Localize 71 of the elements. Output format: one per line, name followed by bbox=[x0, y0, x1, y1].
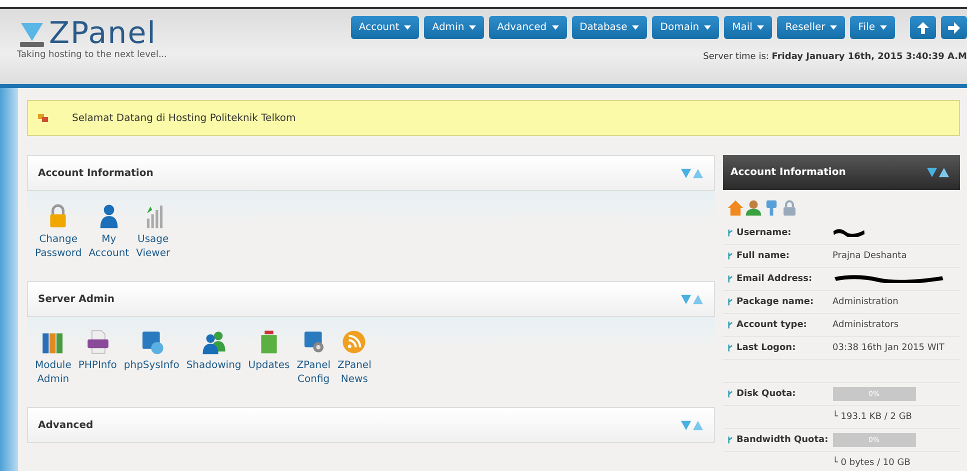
bullet-icon bbox=[728, 321, 733, 329]
house-icon bbox=[726, 198, 744, 218]
caret-icon bbox=[830, 25, 838, 30]
field-value: 03:38 16th Jan 2015 WIT bbox=[832, 343, 944, 353]
bullet-icon bbox=[728, 252, 733, 260]
bullet-icon bbox=[728, 229, 733, 237]
bullet-icon bbox=[728, 298, 733, 306]
bullet-icon bbox=[728, 436, 733, 444]
caret-icon bbox=[704, 25, 712, 30]
nav-menu-button[interactable]: Advanced bbox=[489, 16, 567, 39]
nav-menu-button[interactable]: Admin bbox=[424, 16, 484, 39]
redaction-scribble bbox=[832, 229, 865, 237]
caret-icon bbox=[552, 25, 559, 30]
nav-menu-button[interactable]: File bbox=[850, 16, 895, 39]
module-link[interactable]: My Account bbox=[88, 233, 130, 261]
field-value: Administrators bbox=[832, 320, 899, 330]
panel-title: Account Information bbox=[38, 168, 154, 178]
up-arrow-button[interactable] bbox=[910, 16, 936, 39]
collapse-toggle-icon[interactable] bbox=[680, 420, 704, 430]
field-value: Prajna Deshanta bbox=[832, 251, 907, 261]
panel-title: Server Admin bbox=[38, 294, 114, 304]
quota-usage: └ 0 bytes / 10 GB bbox=[832, 458, 910, 468]
module-link[interactable]: ZPanel News bbox=[338, 359, 372, 387]
bullet-icon bbox=[728, 344, 733, 352]
field-label: Disk Quota: bbox=[736, 389, 796, 399]
nav-menu-button[interactable]: Domain bbox=[652, 16, 720, 39]
people-icon bbox=[200, 329, 227, 355]
module-link[interactable]: phpSysInfo bbox=[124, 359, 180, 373]
collapse-toggle-icon[interactable] bbox=[680, 168, 704, 178]
nav-menu-button[interactable]: Database bbox=[572, 16, 648, 39]
module-link[interactable]: Usage Viewer bbox=[136, 233, 170, 261]
caret-icon bbox=[880, 25, 887, 30]
logo-text: ZPanel bbox=[49, 19, 156, 49]
panel-title: Account Information bbox=[730, 167, 846, 178]
padlock-icon bbox=[780, 198, 798, 218]
module-link[interactable]: Module Admin bbox=[35, 359, 72, 387]
collapse-toggle-icon[interactable] bbox=[680, 294, 704, 304]
nav-menu-button[interactable]: Mail bbox=[724, 16, 772, 39]
bullet-icon bbox=[728, 390, 733, 398]
caret-icon bbox=[757, 25, 764, 30]
panel-title: Advanced bbox=[38, 420, 94, 430]
field-label: Last Logon: bbox=[736, 343, 796, 353]
quota-usage: └ 193.1 KB / 2 GB bbox=[832, 412, 912, 422]
module-link[interactable]: Updates bbox=[248, 359, 290, 373]
caret-icon bbox=[469, 25, 476, 30]
right-arrow-icon bbox=[947, 20, 961, 34]
person-icon bbox=[744, 198, 762, 218]
php-file-icon bbox=[84, 329, 111, 355]
field-label: Username: bbox=[736, 228, 792, 238]
module-link[interactable]: Shadowing bbox=[186, 359, 242, 373]
collapse-toggle-icon[interactable] bbox=[926, 167, 950, 178]
field-label: Bandwidth Quota: bbox=[736, 435, 828, 445]
nav-menu-button[interactable]: Account bbox=[350, 16, 420, 39]
tagline: Taking hosting to the next level... bbox=[17, 50, 168, 60]
field-label: Full name: bbox=[736, 251, 790, 261]
rss-icon bbox=[341, 329, 368, 355]
field-label: Account type: bbox=[736, 320, 807, 330]
module-link[interactable]: PHPInfo bbox=[78, 359, 117, 373]
caret-icon bbox=[404, 25, 412, 30]
bullet-icon bbox=[728, 275, 733, 283]
module-link[interactable]: Change Password bbox=[35, 233, 82, 261]
nav-menu-button[interactable]: Reseller bbox=[777, 16, 846, 39]
right-arrow-button[interactable] bbox=[941, 16, 967, 39]
server-time: Server time is: Friday January 16th, 2015 3:40:39 A.M bbox=[703, 52, 967, 62]
field-label: Email Address: bbox=[736, 274, 812, 284]
up-arrow-icon bbox=[916, 20, 930, 34]
field-label: Package name: bbox=[736, 297, 814, 307]
caret-icon bbox=[632, 25, 640, 30]
field-value: Administration bbox=[832, 297, 898, 307]
notice-text: Selamat Datang di Hosting Politeknik Telkom bbox=[72, 112, 296, 124]
module-link[interactable]: ZPanel Config bbox=[296, 359, 331, 387]
